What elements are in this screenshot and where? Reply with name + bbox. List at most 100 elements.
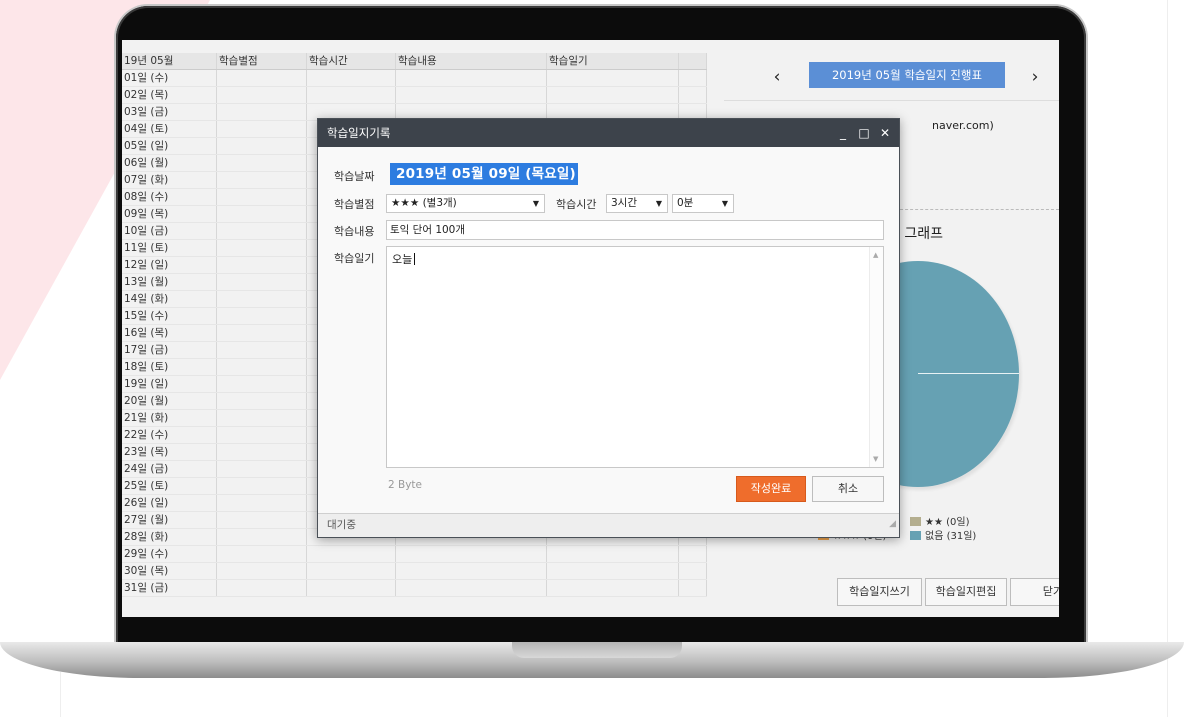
diary-label: 학습일기	[334, 252, 375, 265]
date-cell: 26일 (일)	[122, 495, 217, 511]
month-title-button[interactable]: 2019년 05월 학습일지 진행표	[809, 62, 1005, 88]
write-log-button[interactable]: 학습일지쓰기	[837, 578, 922, 606]
table-cell	[217, 478, 307, 494]
laptop-screen: 19년 05월 학습별점 학습시간 학습내용 학습일기 01일 (수) 02일 (목) 03…	[122, 40, 1059, 617]
date-cell: 03일 (금)	[122, 104, 217, 120]
table-cell	[217, 512, 307, 528]
date-cell: 02일 (목)	[122, 87, 217, 103]
rating-label: 학습별점	[334, 198, 375, 211]
table-cell	[217, 274, 307, 290]
date-cell: 14일 (화)	[122, 291, 217, 307]
table-header-cell[interactable]: 학습시간	[307, 53, 396, 69]
table-cell	[547, 563, 679, 579]
close-button[interactable]: 닫기	[1010, 578, 1059, 606]
diary-scrollbar[interactable]: ▲ ▼	[869, 247, 883, 467]
table-cell	[307, 70, 396, 86]
date-cell: 07일 (화)	[122, 172, 217, 188]
table-cell	[547, 87, 679, 103]
hours-select-value: 3시간	[611, 197, 638, 209]
date-cell: 23일 (목)	[122, 444, 217, 460]
hours-select[interactable]: 3시간 ▼	[606, 194, 668, 213]
table-header-cell[interactable]: 학습일기	[547, 53, 679, 69]
table-cell	[217, 87, 307, 103]
date-cell: 04일 (토)	[122, 121, 217, 137]
minutes-select[interactable]: 0분 ▼	[672, 194, 734, 213]
table-cell	[217, 206, 307, 222]
minimize-icon[interactable]: _	[835, 119, 851, 147]
date-cell: 18일 (토)	[122, 359, 217, 375]
maximize-icon[interactable]: □	[856, 119, 872, 147]
table-cell	[679, 70, 707, 86]
table-cell	[217, 155, 307, 171]
date-cell: 08일 (수)	[122, 189, 217, 205]
table-cell	[217, 546, 307, 562]
date-label: 학습날짜	[334, 170, 375, 183]
table-cell	[217, 121, 307, 137]
table-cell	[217, 376, 307, 392]
legend-swatch	[910, 517, 921, 526]
table-header-cell[interactable]: 학습별점	[217, 53, 307, 69]
date-cell: 19일 (일)	[122, 376, 217, 392]
table-header-cell[interactable]: 학습내용	[396, 53, 547, 69]
date-cell: 21일 (화)	[122, 410, 217, 426]
diary-textarea[interactable]: 오늘 ▲ ▼	[386, 246, 884, 468]
table-cell	[307, 563, 396, 579]
date-cell: 16일 (목)	[122, 325, 217, 341]
table-cell	[217, 495, 307, 511]
rating-select[interactable]: ★★★ (별3개) ▼	[386, 194, 545, 213]
rating-select-value: ★★★ (별3개)	[391, 197, 457, 209]
date-cell: 11일 (토)	[122, 240, 217, 256]
cancel-button[interactable]: 취소	[812, 476, 884, 502]
scroll-down-icon[interactable]: ▼	[873, 455, 878, 463]
date-value[interactable]: 2019년 05월 09일 (목요일)	[390, 163, 578, 185]
table-header-cell[interactable]	[679, 53, 707, 69]
table-cell	[307, 580, 396, 596]
table-cell	[217, 529, 307, 545]
table-row[interactable]: 02일 (목)	[122, 87, 707, 104]
table-cell	[217, 461, 307, 477]
table-cell	[679, 580, 707, 596]
table-cell	[217, 342, 307, 358]
resize-grip-icon[interactable]: ◢	[889, 513, 896, 535]
date-cell: 17일 (금)	[122, 342, 217, 358]
table-cell	[217, 410, 307, 426]
edit-log-button[interactable]: 학습일지편집	[925, 578, 1007, 606]
scroll-up-icon[interactable]: ▲	[873, 251, 878, 259]
chevron-left-icon: ‹	[773, 67, 781, 87]
chevron-down-icon: ▼	[721, 199, 728, 208]
table-cell	[217, 138, 307, 154]
table-cell	[217, 427, 307, 443]
table-cell	[217, 104, 307, 120]
date-cell: 09일 (목)	[122, 206, 217, 222]
prev-month-button[interactable]: ‹	[767, 67, 787, 87]
table-cell	[217, 563, 307, 579]
close-icon[interactable]: ✕	[877, 119, 893, 147]
next-month-button[interactable]: ›	[1025, 67, 1045, 87]
table-row[interactable]: 30일 (목)	[122, 563, 707, 580]
table-cell	[679, 563, 707, 579]
date-cell: 28일 (화)	[122, 529, 217, 545]
table-cell	[396, 87, 547, 103]
submit-button[interactable]: 작성완료	[736, 476, 806, 502]
table-cell	[217, 393, 307, 409]
dialog-title: 학습일지기록	[327, 126, 391, 140]
table-cell	[217, 308, 307, 324]
table-cell	[217, 223, 307, 239]
table-cell	[217, 359, 307, 375]
frame-border	[1167, 0, 1168, 717]
dialog-titlebar[interactable]: 학습일지기록	[318, 119, 899, 147]
table-row[interactable]: 31일 (금)	[122, 580, 707, 597]
table-row[interactable]: 01일 (수)	[122, 70, 707, 87]
date-cell: 15일 (수)	[122, 308, 217, 324]
frame-border	[60, 672, 61, 717]
diary-text: 오늘	[392, 251, 416, 267]
time-label: 학습시간	[556, 198, 597, 211]
table-cell	[217, 257, 307, 273]
legend-label: ★★ (0일)	[925, 517, 970, 528]
table-cell	[307, 87, 396, 103]
content-input[interactable]: 토익 단어 100개	[386, 220, 884, 240]
table-header-cell[interactable]: 19년 05월	[122, 53, 217, 69]
table-row[interactable]: 29일 (수)	[122, 546, 707, 563]
date-cell: 31일 (금)	[122, 580, 217, 596]
date-cell: 27일 (월)	[122, 512, 217, 528]
